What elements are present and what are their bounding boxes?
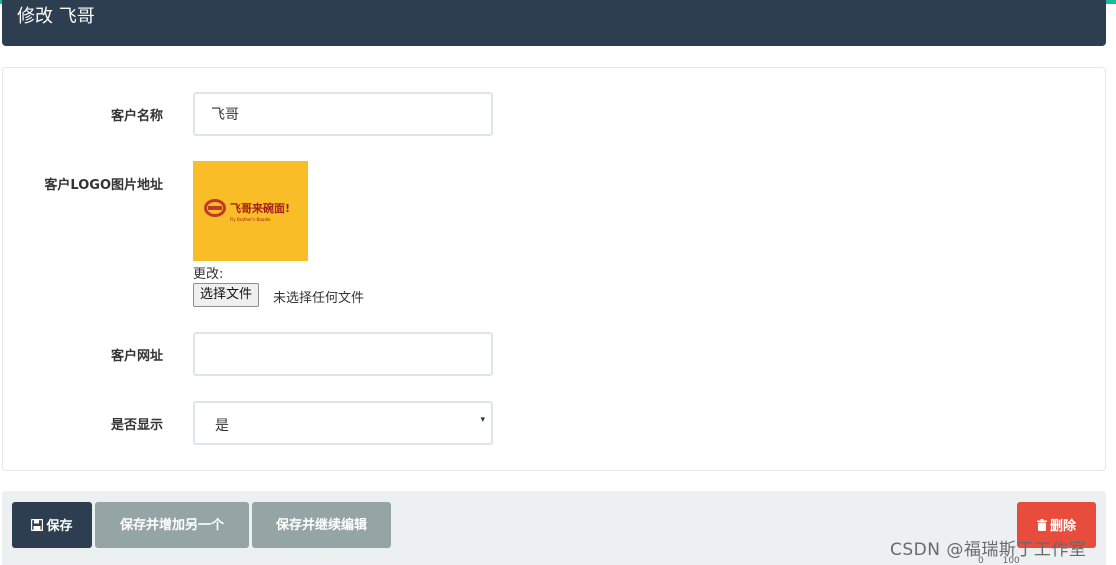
display-label: 是否显示 xyxy=(110,418,163,433)
floppy-disk-icon xyxy=(31,503,44,549)
page-title: 修改 飞哥 xyxy=(17,6,95,27)
save-add-another-button[interactable]: 保存并增加另一个 xyxy=(95,502,249,548)
change-label: 更改: xyxy=(193,267,224,282)
logo-image: 飞哥来碗面! Fly Brother's Noodle xyxy=(193,161,308,261)
choose-file-button[interactable]: 选择文件 xyxy=(193,283,260,307)
status-item-5: 100 xyxy=(1002,556,1020,565)
file-status: 未选择任何文件 xyxy=(273,291,365,306)
logo-text: 飞哥来碗面! xyxy=(230,201,290,215)
save-button[interactable]: 保存 xyxy=(12,502,92,548)
website-input[interactable] xyxy=(193,332,493,376)
customer-name-input[interactable] xyxy=(193,92,493,136)
display-select[interactable]: 是 ▾ xyxy=(193,401,493,445)
display-select-value: 是 xyxy=(215,418,229,434)
chevron-down-icon: ▾ xyxy=(480,415,485,425)
form-panel xyxy=(2,67,1106,471)
save-button-label: 保存 xyxy=(46,519,73,534)
status-item-4: 0 xyxy=(978,556,984,565)
delete-button-label: 删除 xyxy=(1049,519,1076,534)
browser-status-strip: 0 100 xyxy=(930,556,1116,565)
customer-name-label: 客户名称 xyxy=(110,109,163,124)
title-bar: 修改 飞哥 xyxy=(2,0,1106,46)
website-label: 客户网址 xyxy=(110,349,163,364)
logo-label: 客户LOGO图片地址 xyxy=(44,178,163,193)
logo-graphic: 飞哥来碗面! Fly Brother's Noodle xyxy=(193,161,308,261)
save-continue-button[interactable]: 保存并继续编辑 xyxy=(252,502,391,548)
logo-subtext: Fly Brother's Noodle xyxy=(230,217,271,222)
admin-edit-page: 修改 飞哥 客户名称 客户LOGO图片地址 飞哥来碗面! Fly Brother… xyxy=(0,0,1116,565)
